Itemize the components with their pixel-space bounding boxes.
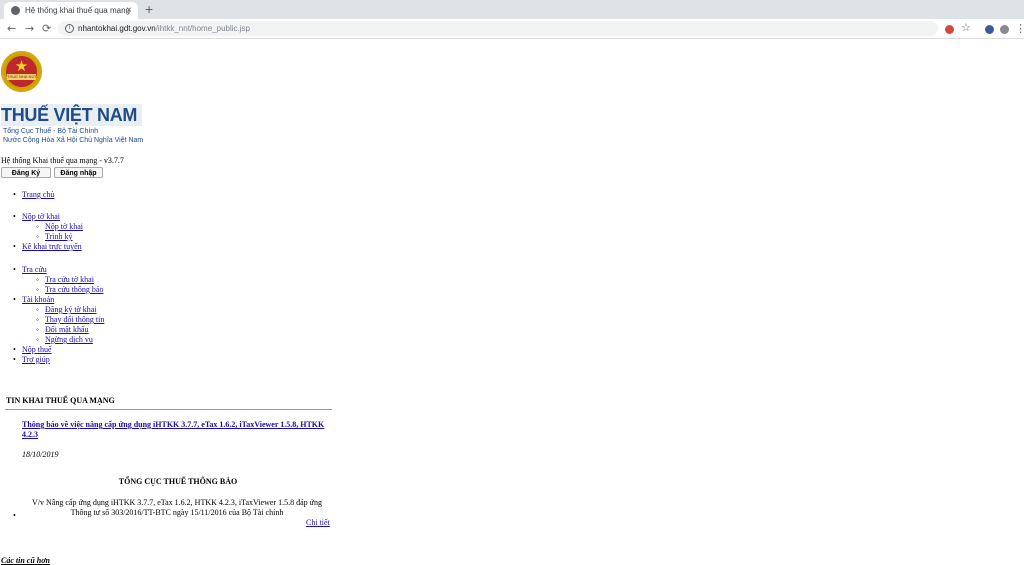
nav-lookup[interactable]: Tra cứu [22, 265, 47, 275]
nav-lookup-declaration[interactable]: Tra cứu tờ khai [45, 275, 94, 285]
news-section-title: TIN KHAI THUẾ QUA MẠNG [6, 396, 115, 405]
divider [5, 409, 332, 410]
nav-sub-bullet: ◦ [36, 285, 39, 294]
nav-sub-bullet: ◦ [36, 315, 39, 324]
star-icon: ★ [14, 57, 29, 75]
nav-home[interactable]: Trang chủ [22, 190, 54, 200]
tax-emblem-logo: ★ THUẾ NHÀ NƯỚC [1, 51, 42, 92]
back-button[interactable]: ← [7, 21, 16, 36]
url-host: nhantokhai.gdt.gov.vn [78, 24, 156, 33]
browser-tab-bar: Hệ thống khai thuế qua mạng × + [0, 0, 1024, 19]
nav-sub-bullet: ◦ [36, 325, 39, 334]
url-path: /ihtkk_nnt/home_public.jsp [155, 24, 250, 33]
reload-button[interactable]: ⟳ [42, 21, 51, 36]
bookmark-star-icon[interactable]: ☆ [961, 21, 971, 36]
tab-title: Hệ thống khai thuế qua mạng [25, 6, 130, 15]
detail-link[interactable]: Chi tiết [306, 518, 330, 527]
url-text: nhantokhai.gdt.gov.vn/ihtkk_nnt/home_pub… [78, 21, 250, 36]
nav-lookup-notice[interactable]: Tra cứu thông báo [45, 285, 103, 295]
nav-submit[interactable]: Nộp tờ khai [22, 212, 60, 222]
news-item-date: 18/10/2019 [22, 450, 59, 459]
system-name: Hệ thống Khai thuế qua mạng - v3.7.7 [1, 156, 124, 165]
nav-submit-sign[interactable]: Trình ký [45, 232, 73, 242]
notice-body: V/v Nâng cấp ứng dụng iHTKK 3.7.7, eTax … [32, 498, 322, 517]
nav-sub-bullet: ◦ [36, 275, 39, 284]
nav-account-change-info[interactable]: Thay đổi thông tin [45, 315, 104, 325]
nav-account-stop-service[interactable]: Ngừng dịch vụ [45, 335, 93, 345]
older-news-link[interactable]: Các tin cũ hơn [1, 556, 50, 565]
emblem-ribbon: THUẾ NHÀ NƯỚC [7, 74, 36, 80]
nav-bullet: • [13, 355, 16, 364]
extension-icon-2[interactable] [985, 25, 994, 34]
nav-account[interactable]: Tài khoản [22, 295, 54, 305]
brand-subtitle-country: Nước Cộng Hòa Xã Hội Chủ Nghĩa Việt Nam [3, 137, 144, 144]
nav-online-declare[interactable]: Kê khai trực tuyến [22, 242, 82, 252]
brand-subtitle-ministry: Tổng Cục Thuế - Bộ Tài Chính [3, 128, 99, 135]
favicon-icon [11, 6, 20, 15]
nav-help[interactable]: Trợ giúp [22, 355, 50, 365]
browser-toolbar: ← → ⟳ i nhantokhai.gdt.gov.vn/ihtkk_nnt/… [0, 19, 1024, 39]
nav-sub-bullet: ◦ [36, 305, 39, 314]
brand-title: THUẾ VIỆT NAM [1, 104, 142, 126]
emblem-inner: ★ THUẾ NHÀ NƯỚC [6, 56, 37, 87]
nav-account-change-password[interactable]: Đổi mật khẩu [45, 325, 89, 335]
notice-bullet: • [13, 511, 16, 520]
news-item-link[interactable]: Thông báo về việc nâng cấp ứng dụng iHTK… [22, 420, 332, 440]
nav-sub-bullet: ◦ [36, 335, 39, 344]
address-bar[interactable]: i nhantokhai.gdt.gov.vn/ihtkk_nnt/home_p… [58, 21, 971, 36]
nav-account-register[interactable]: Đăng ký tờ khai [45, 305, 97, 315]
nav-bullet: • [13, 242, 16, 251]
login-button[interactable]: Đăng nhập [54, 167, 103, 178]
notice-title: TỔNG CỤC THUẾ THÔNG BÁO [118, 477, 238, 486]
close-tab-icon[interactable]: × [126, 2, 132, 19]
profile-avatar-icon[interactable] [1000, 25, 1009, 34]
nav-bullet: • [13, 190, 16, 199]
extension-icon[interactable] [945, 25, 954, 34]
browser-menu-icon[interactable]: ⋮ [1015, 21, 1024, 36]
nav-bullet: • [13, 295, 16, 304]
nav-pay-tax[interactable]: Nộp thuế [22, 345, 52, 355]
browser-tab[interactable]: Hệ thống khai thuế qua mạng × [4, 2, 138, 19]
nav-bullet: • [13, 212, 16, 221]
nav-sub-bullet: ◦ [36, 232, 39, 241]
nav-bullet: • [13, 265, 16, 274]
register-button[interactable]: Đăng Ký [1, 167, 51, 178]
nav-submit-declaration[interactable]: Nộp tờ khai [45, 222, 83, 232]
nav-bullet: • [13, 345, 16, 354]
new-tab-button[interactable]: + [145, 1, 153, 18]
nav-sub-bullet: ◦ [36, 222, 39, 231]
forward-button[interactable]: → [25, 21, 34, 36]
info-icon[interactable]: i [65, 24, 74, 33]
